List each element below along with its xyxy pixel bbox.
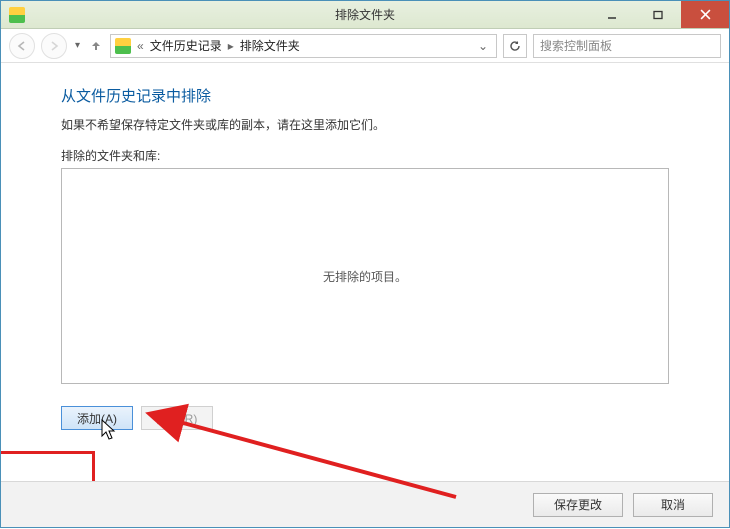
save-button[interactable]: 保存更改 — [533, 493, 623, 517]
annotation-highlight — [1, 451, 95, 481]
chevron-down-icon[interactable]: ⌄ — [474, 39, 492, 53]
window: 排除文件夹 ▾ « 文件历史记录 ▸ 排 — [0, 0, 730, 528]
address-bar[interactable]: « 文件历史记录 ▸ 排除文件夹 ⌄ — [110, 34, 497, 58]
window-buttons — [589, 1, 729, 28]
search-input[interactable]: 搜索控制面板 — [533, 34, 721, 58]
back-button[interactable] — [9, 33, 35, 59]
history-dropdown-icon[interactable]: ▾ — [73, 40, 82, 51]
forward-button[interactable] — [41, 33, 67, 59]
page-heading: 从文件历史记录中排除 — [61, 85, 669, 106]
breadcrumb-2[interactable]: 排除文件夹 — [240, 37, 300, 54]
list-buttons: 添加(A) 删除(R) — [61, 406, 669, 430]
add-button[interactable]: 添加(A) — [61, 406, 133, 430]
location-icon — [115, 38, 131, 54]
close-button[interactable] — [681, 1, 729, 28]
cancel-button[interactable]: 取消 — [633, 493, 713, 517]
refresh-button[interactable] — [503, 34, 527, 58]
minimize-button[interactable] — [589, 1, 635, 28]
list-label: 排除的文件夹和库: — [61, 147, 669, 164]
crumb-prefix: « — [135, 39, 146, 53]
search-placeholder: 搜索控制面板 — [540, 37, 612, 54]
footer: 保存更改 取消 — [1, 481, 729, 527]
breadcrumb-1[interactable]: 文件历史记录 — [150, 37, 222, 54]
content-area: 从文件历史记录中排除 如果不希望保存特定文件夹或库的副本，请在这里添加它们。 排… — [1, 63, 729, 481]
excluded-list[interactable]: 无排除的项目。 — [61, 168, 669, 384]
app-icon — [9, 7, 25, 23]
remove-button: 删除(R) — [141, 406, 213, 430]
navbar: ▾ « 文件历史记录 ▸ 排除文件夹 ⌄ 搜索控制面板 — [1, 29, 729, 63]
page-description: 如果不希望保存特定文件夹或库的副本，请在这里添加它们。 — [61, 116, 669, 133]
up-button[interactable] — [88, 38, 104, 54]
maximize-button[interactable] — [635, 1, 681, 28]
empty-list-text: 无排除的项目。 — [323, 268, 407, 285]
chevron-right-icon: ▸ — [226, 39, 236, 53]
titlebar: 排除文件夹 — [1, 1, 729, 29]
